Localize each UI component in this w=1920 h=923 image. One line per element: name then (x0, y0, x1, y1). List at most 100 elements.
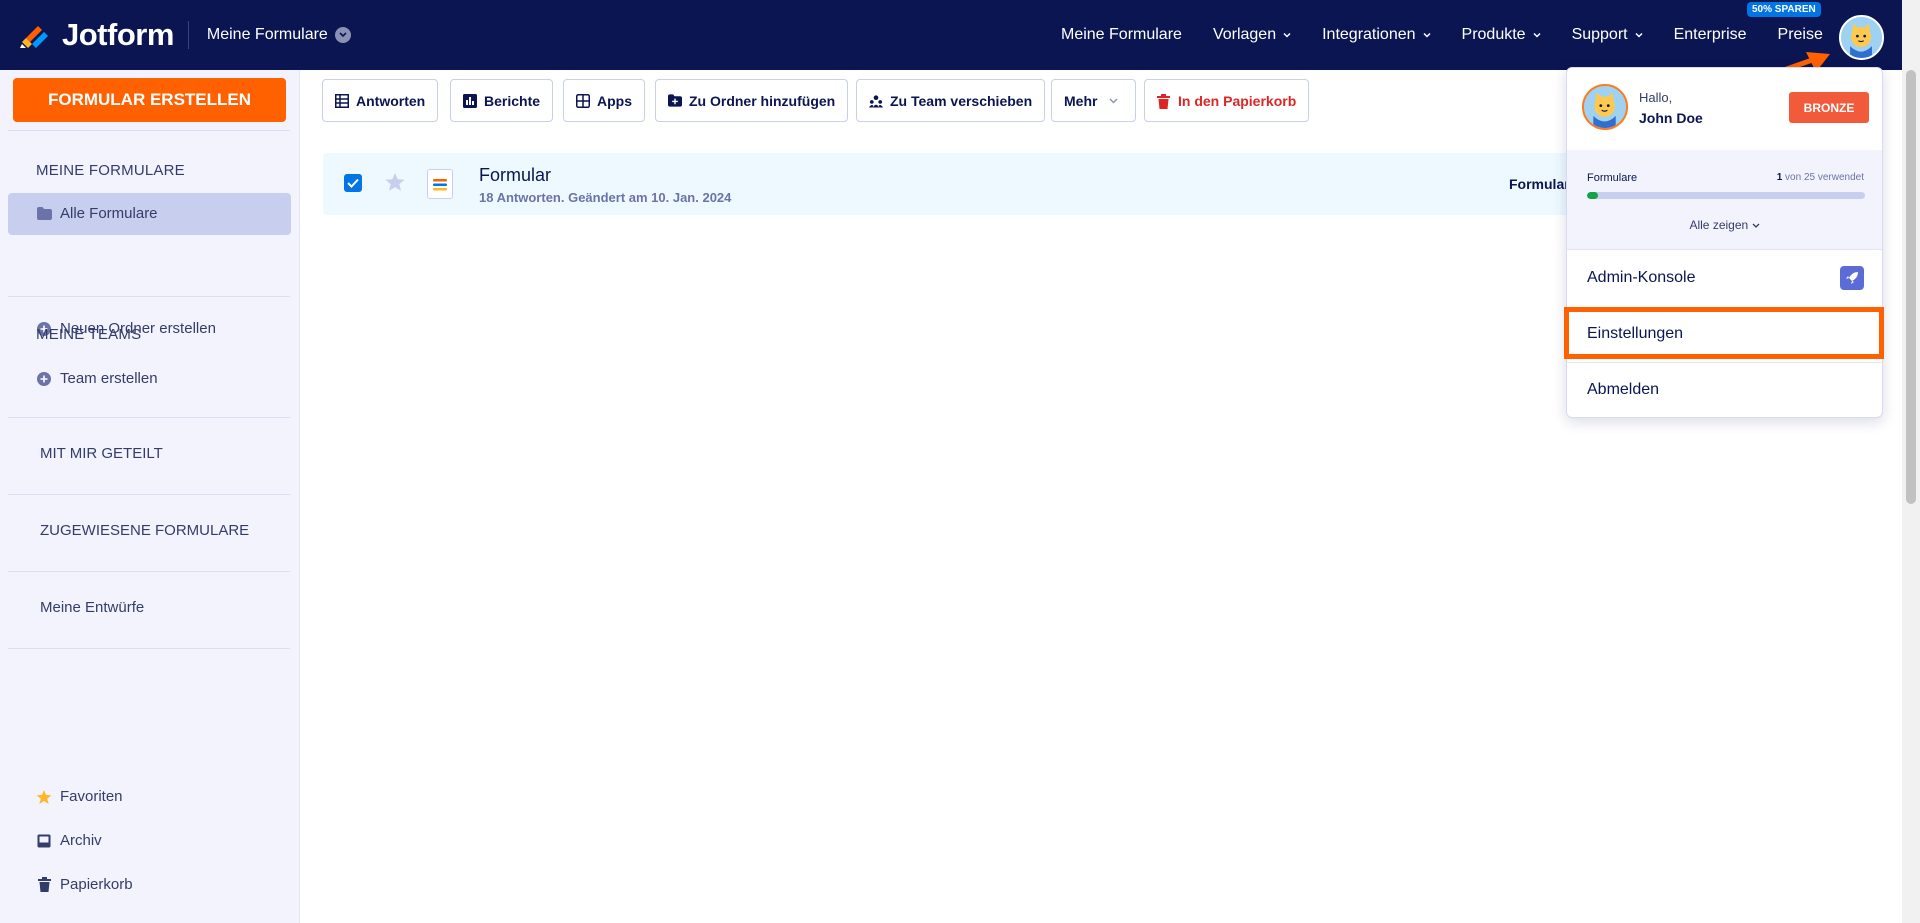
my-forms-heading: MEINE FORMULARE (36, 162, 185, 179)
sidebar-divider (8, 494, 290, 495)
sidebar-item-shared-with-me[interactable]: MIT MIR GETEILT (40, 445, 163, 462)
chevron-down-icon (1752, 223, 1759, 228)
sidebar-item-label: Favoriten (60, 788, 123, 805)
team-icon (869, 94, 883, 108)
button-label: Apps (597, 92, 632, 109)
sidebar-item-label: Papierkorb (60, 876, 133, 893)
page-scrollbar-thumb[interactable] (1906, 70, 1916, 504)
sidebar-item-create-team[interactable]: Team erstellen (36, 370, 158, 387)
show-all-label: Alle zeigen (1689, 218, 1749, 232)
nav-link-label: Produkte (1461, 26, 1526, 43)
workspace-switcher-label: Meine Formulare (206, 26, 328, 43)
nav-products[interactable]: Produkte (1462, 26, 1541, 44)
nav-link-label: Vorlagen (1212, 26, 1277, 43)
nav-link-label: Enterprise (1673, 26, 1747, 43)
create-form-button[interactable]: FORMULAR ERSTELLEN (13, 78, 286, 122)
nav-integrations[interactable]: Integrationen (1322, 26, 1431, 44)
avatar-icon (1584, 86, 1626, 128)
trash-icon (1157, 93, 1171, 109)
folder-icon (36, 206, 52, 222)
apps-grid-icon (576, 93, 590, 108)
folder-plus-icon (668, 93, 682, 108)
nav-pricing[interactable]: Preise (1778, 26, 1823, 44)
dropdown-divider (1567, 249, 1882, 250)
sidebar: FORMULAR ERSTELLEN MEINE FORMULARE Alle … (0, 70, 300, 923)
admin-console-item[interactable]: Admin-Konsole (1587, 269, 1696, 287)
nav-support[interactable]: Support (1572, 26, 1643, 44)
responses-button[interactable]: Antworten (322, 79, 439, 122)
form-select-checkbox[interactable] (344, 174, 362, 192)
settings-highlight-frame (1564, 307, 1884, 359)
add-to-folder-button[interactable]: Zu Ordner hinzufügen (655, 79, 849, 122)
button-label: Antworten (356, 92, 426, 109)
usage-section (1567, 150, 1882, 249)
sidebar-divider (8, 296, 290, 297)
form-meta: 18 Antworten. Geändert am 10. Jan. 2024 (479, 190, 732, 205)
account-greeting: Hallo, (1639, 90, 1673, 105)
trash-icon (36, 877, 52, 893)
sidebar-item-assigned-forms[interactable]: ZUGEWIESENE FORMULARE (40, 522, 249, 539)
nav-link-label: Support (1571, 26, 1628, 43)
sidebar-item-label: Alle Formulare (60, 205, 158, 222)
jotform-logo[interactable]: Jotform (18, 17, 174, 53)
table-icon (335, 93, 349, 108)
move-to-trash-button[interactable]: In den Papierkorb (1144, 79, 1310, 122)
move-to-team-button[interactable]: Zu Team verschieben (856, 79, 1046, 122)
usage-progress-bar (1587, 192, 1865, 199)
button-label: Mehr (1064, 92, 1098, 109)
button-label: In den Papierkorb (1178, 92, 1297, 109)
button-label: Zu Ordner hinzufügen (689, 92, 836, 109)
avatar-icon (1841, 17, 1882, 58)
usage-label: Formulare (1587, 172, 1638, 184)
archive-icon (36, 833, 52, 849)
sidebar-item-label: ZUGEWIESENE FORMULARE (40, 522, 250, 539)
nav-my-forms[interactable]: Meine Formulare (1061, 26, 1182, 44)
account-dropdown: Hallo, John Doe BRONZE Formulare 1 von 2… (1566, 67, 1883, 418)
sidebar-item-my-drafts[interactable]: Meine Entwürfe (40, 599, 144, 616)
chevron-down-icon (1422, 32, 1431, 38)
sidebar-item-label: Archiv (60, 832, 102, 849)
account-name: John Doe (1639, 110, 1703, 126)
show-all-link[interactable]: Alle zeigen (1567, 218, 1882, 232)
form-list-item[interactable]: Formular 18 Antworten. Geändert am 10. J… (323, 153, 1623, 215)
sidebar-divider (8, 648, 290, 649)
sidebar-item-favorites[interactable]: Favoriten (36, 788, 123, 805)
apps-button[interactable]: Apps (563, 79, 645, 122)
button-label: Berichte (484, 92, 541, 109)
plus-circle-icon (36, 371, 52, 387)
sidebar-divider (8, 571, 290, 572)
jotform-logo-icon (20, 26, 48, 48)
chevron-down-icon (1533, 32, 1541, 38)
usage-progress-fill (1587, 192, 1599, 199)
form-title[interactable]: Formular (479, 165, 551, 186)
checkmark-icon (347, 178, 359, 188)
sidebar-item-trash[interactable]: Papierkorb (36, 876, 133, 893)
nav-link-label: Integrationen (1322, 26, 1416, 43)
chevron-down-icon (334, 27, 351, 43)
nav-link-label: Preise (1777, 26, 1823, 43)
discount-badge: 50% SPAREN (1747, 2, 1821, 17)
bar-chart-icon (463, 93, 477, 108)
sidebar-divider (8, 417, 290, 418)
reports-button[interactable]: Berichte (450, 79, 554, 122)
nav-enterprise[interactable]: Enterprise (1674, 26, 1747, 44)
star-icon (36, 789, 52, 805)
account-avatar (1582, 84, 1628, 130)
sidebar-divider (8, 130, 290, 131)
dropdown-divider (1567, 362, 1882, 363)
usage-count: 1 von 25 verwendet (1777, 172, 1864, 183)
form-action-partial[interactable]: Formular (1509, 176, 1570, 192)
user-avatar-button[interactable] (1839, 15, 1884, 60)
more-button[interactable]: Mehr (1051, 79, 1136, 122)
sidebar-item-label: MIT MIR GETEILT (40, 445, 163, 462)
my-teams-heading: MEINE TEAMS (36, 326, 142, 343)
plan-badge-button[interactable]: BRONZE (1789, 92, 1869, 123)
logout-item[interactable]: Abmelden (1587, 381, 1659, 399)
sidebar-item-label: Team erstellen (60, 370, 158, 387)
favorite-star-icon[interactable] (384, 171, 406, 193)
workspace-switcher[interactable]: Meine Formulare (207, 26, 351, 44)
nav-templates[interactable]: Vorlagen (1213, 26, 1291, 44)
sidebar-item-all-forms[interactable]: Alle Formulare (36, 205, 158, 222)
sidebar-item-archive[interactable]: Archiv (36, 832, 102, 849)
chevron-down-icon (1635, 32, 1643, 38)
